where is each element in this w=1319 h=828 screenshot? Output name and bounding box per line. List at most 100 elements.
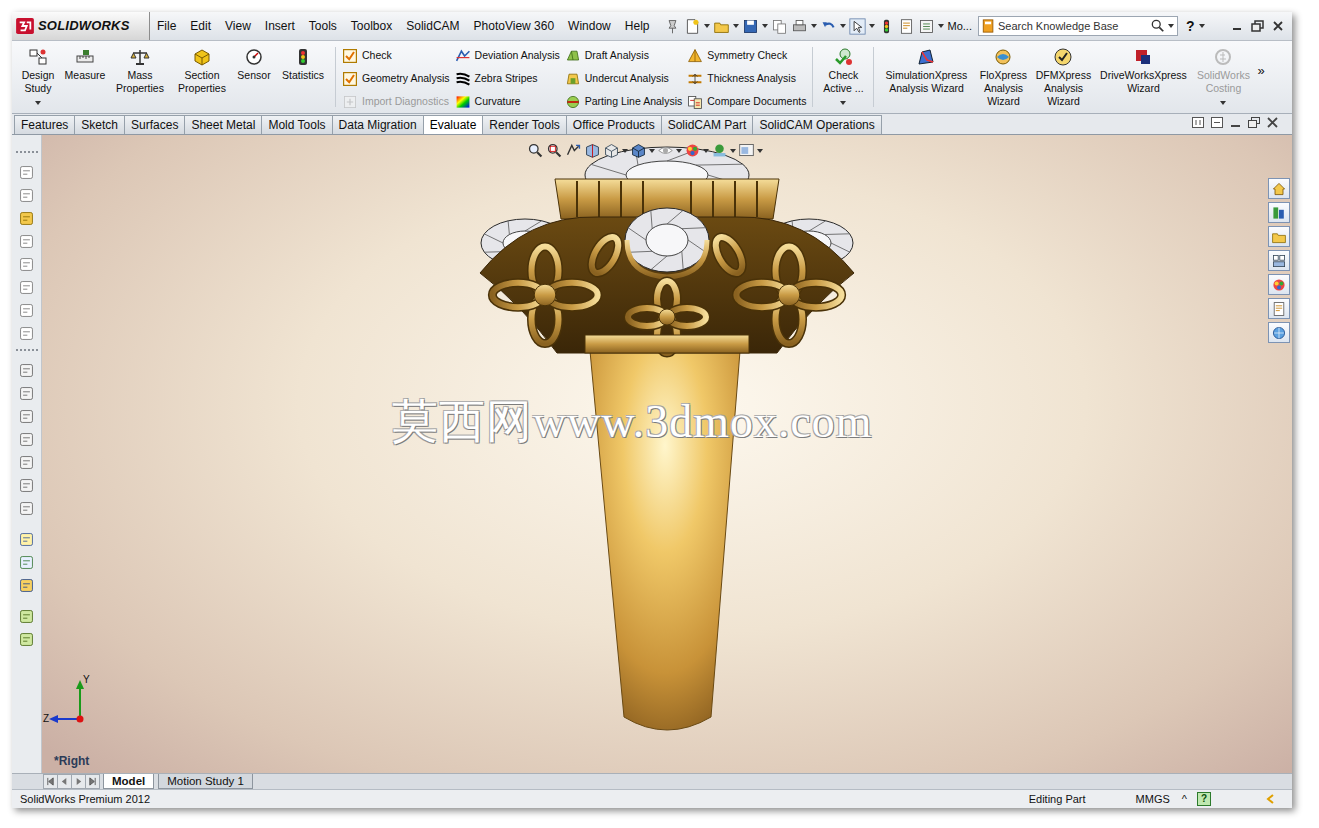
ribbon-item[interactable]: Deviation Analysis <box>455 46 560 66</box>
graphics-area[interactable]: 莫西网www.3dmox.comYZ*Right <box>42 135 1292 773</box>
tab-scroll-button[interactable] <box>85 774 100 789</box>
ring-model[interactable] <box>477 145 857 750</box>
menu-item[interactable]: View <box>218 12 258 40</box>
dropdown-caret[interactable] <box>938 24 944 28</box>
save-icon[interactable] <box>742 18 759 35</box>
menu-item[interactable]: Insert <box>258 12 302 40</box>
help-menu[interactable]: ? <box>1186 16 1205 37</box>
command-tab[interactable]: Sheet Metal <box>184 115 262 134</box>
toolbar-button[interactable] <box>18 207 35 230</box>
search-input[interactable] <box>998 18 1148 35</box>
ribbon-item[interactable]: Undercut Analysis <box>565 69 682 89</box>
ribbon-button[interactable]: DriveWorksXpress Wizard <box>1097 45 1189 101</box>
dropdown-caret[interactable] <box>840 101 846 105</box>
toolbar-button[interactable] <box>18 551 35 574</box>
ribbon-item[interactable]: Draft Analysis <box>565 46 682 66</box>
toolbar-button[interactable] <box>18 405 35 428</box>
toolbar-button[interactable] <box>18 184 35 207</box>
options-icon[interactable] <box>918 18 935 35</box>
dropdown-caret[interactable] <box>703 149 709 153</box>
ribbon-button[interactable]: Measure <box>63 45 107 88</box>
quick-tips-button[interactable]: ? <box>1197 792 1211 806</box>
dropdown-caret[interactable] <box>704 24 710 28</box>
view-minimize-icon[interactable] <box>1230 117 1241 128</box>
ribbon-item[interactable]: Geometry Analysis <box>342 69 450 89</box>
toolbar-button[interactable] <box>18 359 35 382</box>
dropdown-caret[interactable] <box>733 24 739 28</box>
split-horizontal-icon[interactable] <box>1192 117 1204 128</box>
task-pane-tab[interactable] <box>1268 250 1290 271</box>
toolbar-button[interactable] <box>18 474 35 497</box>
command-tab[interactable]: Evaluate <box>423 115 484 134</box>
print-icon[interactable] <box>791 18 808 35</box>
toolbar-button[interactable] <box>18 451 35 474</box>
dropdown-caret[interactable] <box>622 149 628 153</box>
units-menu-arrow[interactable]: ^ <box>1176 791 1193 808</box>
toolbar-grip[interactable] <box>16 349 38 351</box>
task-pane-tab[interactable] <box>1268 226 1290 247</box>
ribbon-button[interactable]: Sensor <box>236 45 272 88</box>
view-close-icon[interactable] <box>1267 117 1278 128</box>
display-style-icon[interactable] <box>630 142 647 159</box>
toolbar-button[interactable] <box>18 382 35 405</box>
toolbar-button[interactable] <box>18 230 35 253</box>
command-tab[interactable]: Surfaces <box>124 115 185 134</box>
task-pane-tab[interactable] <box>1268 202 1290 223</box>
ribbon-button[interactable]: Statistics <box>277 45 329 88</box>
close-icon[interactable] <box>1272 20 1284 32</box>
previous-view-icon[interactable] <box>565 142 582 159</box>
toolbar-button[interactable] <box>18 253 35 276</box>
ribbon-overflow[interactable]: » <box>1257 45 1264 81</box>
toolbar-button[interactable] <box>18 428 35 451</box>
command-tab[interactable]: Render Tools <box>482 115 567 134</box>
menu-item[interactable]: Help <box>618 12 657 40</box>
dropdown-caret[interactable] <box>762 24 768 28</box>
zoom-area-icon[interactable] <box>546 142 563 159</box>
toolbar-button[interactable] <box>18 628 35 651</box>
zoom-fit-icon[interactable] <box>527 142 544 159</box>
ribbon-item[interactable]: Parting Line Analysis <box>565 92 682 112</box>
section-view-icon[interactable] <box>584 142 601 159</box>
undo-icon[interactable] <box>820 18 837 35</box>
task-pane-tab[interactable] <box>1268 322 1290 343</box>
dropdown-caret[interactable] <box>1199 24 1205 28</box>
ribbon-button[interactable]: Design Study <box>18 45 58 101</box>
command-tab[interactable]: Office Products <box>566 115 662 134</box>
menu-item[interactable]: File <box>150 12 183 40</box>
model-tab[interactable]: Motion Study 1 <box>158 774 253 789</box>
restore-icon[interactable] <box>1251 20 1264 32</box>
task-pane-tab[interactable] <box>1268 178 1290 199</box>
ribbon-button[interactable]: Check Active ... <box>819 45 867 101</box>
dropdown-caret[interactable] <box>1168 24 1174 28</box>
menu-item[interactable]: Toolbox <box>344 12 399 40</box>
command-tab[interactable]: SolidCAM Part <box>661 115 754 134</box>
command-tab[interactable]: Features <box>14 115 75 134</box>
ribbon-item[interactable]: Thickness Analysis <box>687 69 806 89</box>
scene-icon[interactable] <box>711 142 728 159</box>
dropdown-caret[interactable] <box>649 149 655 153</box>
ribbon-button[interactable]: Mass Properties <box>112 45 168 101</box>
view-orientation-icon[interactable] <box>603 142 620 159</box>
toolbar-button[interactable] <box>18 276 35 299</box>
dropdown-caret[interactable] <box>676 149 682 153</box>
menu-item[interactable]: Tools <box>302 12 344 40</box>
select-icon[interactable] <box>849 18 866 35</box>
toolbar-grip[interactable] <box>16 151 38 153</box>
ribbon-button[interactable]: FloXpress Analysis Wizard <box>977 45 1029 114</box>
dropdown-caret[interactable] <box>757 149 763 153</box>
hide-show-icon[interactable] <box>657 142 674 159</box>
tab-scroll-button[interactable] <box>43 774 58 789</box>
toolbar-button[interactable] <box>18 528 35 551</box>
toolbar-button[interactable] <box>18 322 35 345</box>
split-vertical-icon[interactable] <box>1211 117 1223 128</box>
rebuild-icon[interactable] <box>878 18 895 35</box>
tab-scroll-button[interactable] <box>57 774 72 789</box>
command-tab[interactable]: Sketch <box>74 115 125 134</box>
ribbon-item[interactable]: Check <box>342 46 450 66</box>
toolbar-button[interactable] <box>18 605 35 628</box>
ribbon-item[interactable]: Compare Documents <box>687 92 806 112</box>
ribbon-item[interactable]: Zebra Stripes <box>455 69 560 89</box>
open-icon[interactable] <box>713 18 730 35</box>
appearance-icon[interactable] <box>684 142 701 159</box>
menu-item[interactable]: SolidCAM <box>399 12 466 40</box>
